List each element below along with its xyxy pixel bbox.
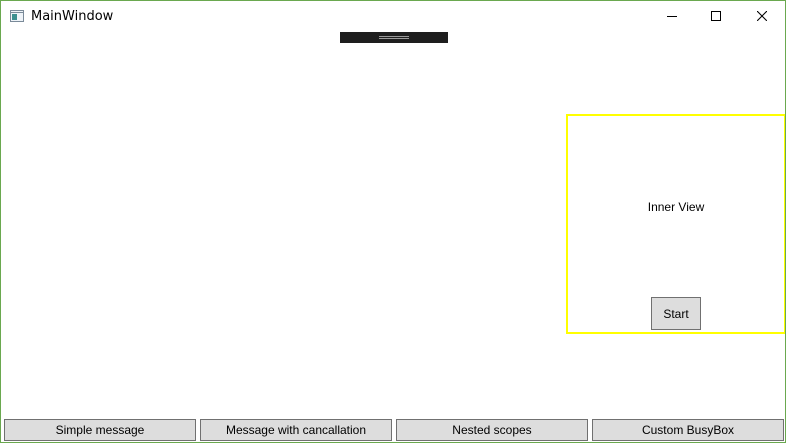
- close-button[interactable]: [739, 1, 785, 31]
- main-window: MainWindow Inner View Start Simple messa…: [0, 0, 786, 443]
- drag-handle[interactable]: [340, 32, 448, 43]
- inner-view-label: Inner View: [647, 200, 705, 214]
- maximize-icon: [711, 11, 721, 21]
- minimize-icon: [667, 16, 677, 17]
- start-button[interactable]: Start: [651, 297, 701, 330]
- grip-line: [379, 38, 409, 39]
- simple-message-button[interactable]: Simple message: [4, 419, 196, 441]
- minimize-button[interactable]: [649, 1, 695, 31]
- nested-scopes-button[interactable]: Nested scopes: [396, 419, 588, 441]
- message-with-cancellation-button[interactable]: Message with cancallation: [200, 419, 392, 441]
- bottom-button-bar: Simple message Message with cancallation…: [4, 419, 784, 441]
- inner-view-panel: Inner View Start: [566, 114, 785, 334]
- custom-busybox-button[interactable]: Custom BusyBox: [592, 419, 784, 441]
- title-bar[interactable]: MainWindow: [1, 1, 785, 31]
- grip-line: [379, 36, 409, 37]
- window-title: MainWindow: [31, 9, 114, 24]
- close-icon: [757, 11, 767, 21]
- maximize-button[interactable]: [693, 1, 739, 31]
- app-window-icon: [10, 10, 24, 22]
